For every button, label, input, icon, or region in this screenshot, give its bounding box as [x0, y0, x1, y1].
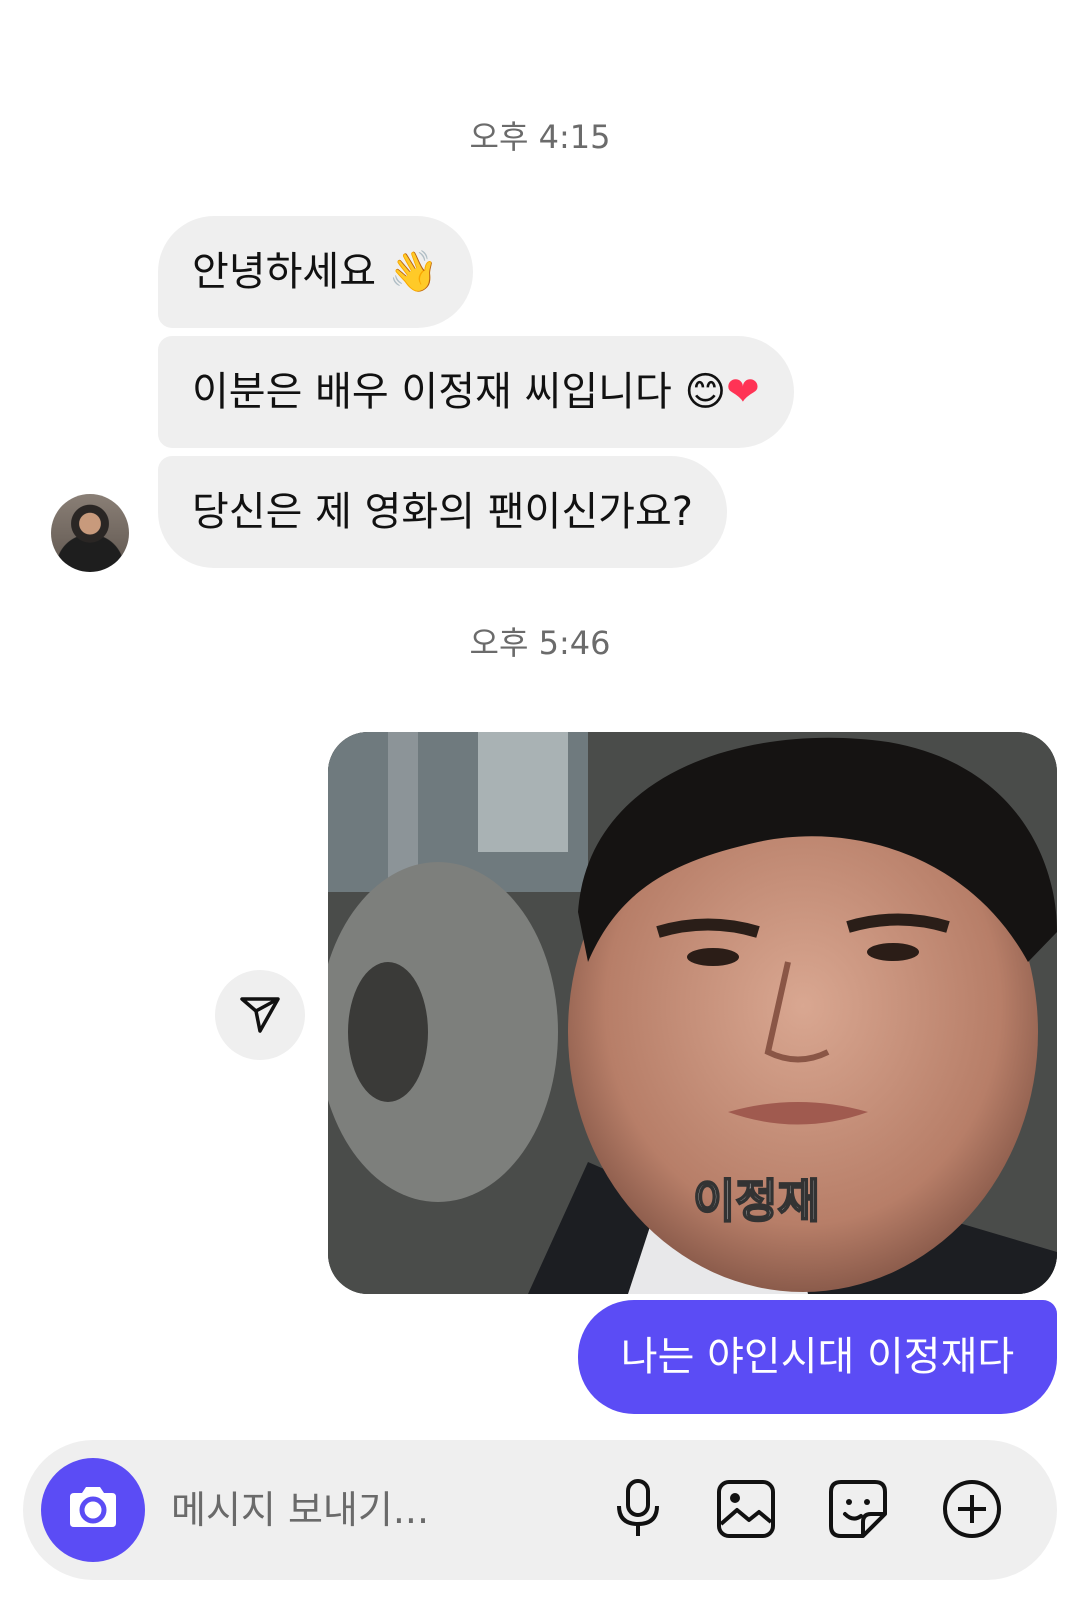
timestamp: 오후 4:15 — [469, 118, 611, 156]
photo-image: 이정재 — [328, 732, 1057, 1294]
message-text: 안녕하세요 — [192, 249, 376, 295]
chat-screen: 오후 4:15 안녕하세요 👋 이분은 배우 이정재 씨입니다 😊❤ 당신은 제… — [0, 0, 1080, 1602]
share-button[interactable] — [215, 970, 305, 1060]
camera-icon — [64, 1479, 122, 1541]
heart-emoji: ❤ — [726, 369, 760, 415]
plus-circle-icon — [941, 1478, 1003, 1544]
microphone-button[interactable] — [603, 1476, 673, 1546]
photo-caption: 이정재 — [693, 1174, 820, 1228]
gallery-button[interactable] — [711, 1476, 781, 1546]
sticker-icon — [827, 1478, 889, 1544]
microphone-icon — [611, 1478, 665, 1544]
message-text: 당신은 제 영화의 팬이신가요? — [192, 489, 693, 535]
shared-photo[interactable]: 이정재 — [328, 732, 1057, 1294]
more-button[interactable] — [937, 1476, 1007, 1546]
message-input[interactable] — [171, 1478, 571, 1542]
incoming-message[interactable]: 안녕하세요 👋 — [158, 216, 473, 328]
incoming-message[interactable]: 이분은 배우 이정재 씨입니다 😊❤ — [158, 336, 794, 448]
avatar[interactable] — [51, 494, 129, 572]
waving-hand-emoji: 👋 — [388, 249, 439, 295]
camera-button[interactable] — [41, 1458, 145, 1562]
outgoing-message[interactable]: 나는 야인시대 이정재다 — [578, 1300, 1057, 1414]
message-composer — [23, 1440, 1057, 1580]
smiling-face-emoji: 😊 — [684, 369, 727, 415]
sticker-button[interactable] — [823, 1476, 893, 1546]
message-text: 나는 야인시대 이정재다 — [620, 1334, 1015, 1380]
share-arrow-icon — [238, 991, 282, 1039]
message-text: 이분은 배우 이정재 씨입니다 — [192, 369, 672, 415]
timestamp: 오후 5:46 — [469, 624, 611, 662]
gallery-icon — [715, 1478, 777, 1544]
incoming-message[interactable]: 당신은 제 영화의 팬이신가요? — [158, 456, 727, 568]
